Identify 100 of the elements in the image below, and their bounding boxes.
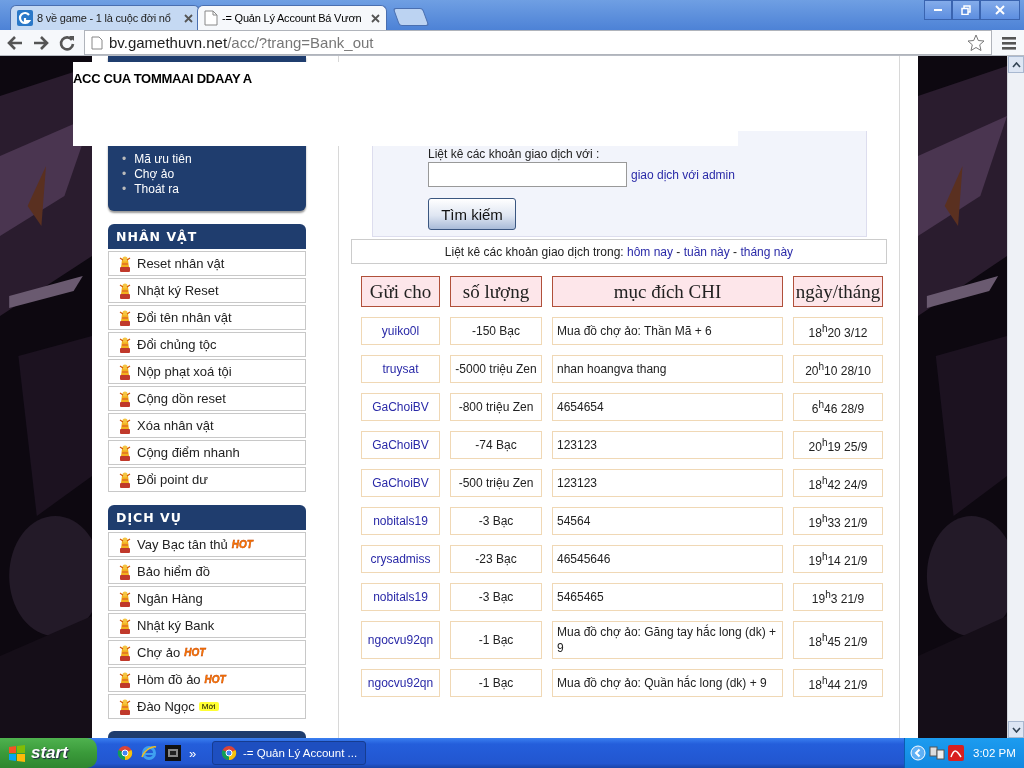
purpose-cell: 123123 [552,469,783,497]
figure-icon [117,254,133,273]
purpose-cell: 54564 [552,507,783,535]
taskbar-button[interactable]: -= Quản Lý Account ... [212,741,366,765]
star-icon[interactable] [967,33,985,52]
sidebar-item[interactable]: Hòm đồ ảo HOT [108,667,306,692]
close-icon [184,13,193,23]
forward-icon[interactable] [32,33,50,52]
back-icon[interactable] [6,33,24,52]
recipient-cell: GaChoiBV [361,431,440,459]
site-logo-icon [17,10,33,26]
account-menu-link[interactable]: Chợ ảo [134,167,175,182]
amount-cell: -800 triệu Zen [450,393,542,421]
close-icon [371,13,380,23]
menu-item-label: Đổi chủng tộc [137,337,217,352]
menu-item-label: Nhật ký Bank [137,618,215,633]
menu-item-label: Nhật ký Reset [137,283,219,298]
purpose-cell: nhan hoangva thang [552,355,783,383]
hot-label: HOT [184,647,206,658]
account-menu-link[interactable]: Thoát ra [134,182,179,197]
purpose-cell: 123123 [552,431,783,459]
column-header: Gửi cho [361,276,440,307]
menu-item-label: Ngân Hàng [137,591,203,606]
purpose-cell: Mua đồ chợ ảo: Quần hắc long (dk) + 9 [552,669,783,697]
period-link[interactable]: tuần này [683,244,730,259]
close-button[interactable] [980,0,1020,20]
browser-icon[interactable] [117,745,133,761]
period-link[interactable]: hôm nay [627,244,673,259]
date-cell: 18$^{h}$42 24/9 [793,469,883,497]
sidebar-item[interactable]: Nhật ký Bank [108,613,306,638]
scroll-down-button[interactable] [1008,721,1024,738]
column-header: ngày/tháng [793,276,883,307]
figure-icon [117,416,133,435]
recipient-cell: crysadmiss [361,545,440,573]
sidebar-item[interactable]: Ngân Hàng [108,586,306,611]
sidebar-item[interactable]: Đổi tên nhân vật [108,305,306,330]
figure-icon [117,670,133,689]
figure-icon [117,362,133,381]
restore-icon [961,5,971,15]
more-indicator[interactable]: » [189,745,197,761]
menu-item-label: Nộp phạt xoá tội [137,364,232,379]
purpose-cell: Mua đồ chợ ảo: Găng tay hắc long (dk) + 9 [552,621,783,659]
windows-flag-icon [8,744,26,762]
chevron-icon [910,745,926,761]
date-cell: 20$^{h}$10 28/10 [793,355,883,383]
hot-label: HOT [231,539,253,550]
scrollbar[interactable] [1007,56,1024,738]
new-tab-button[interactable] [392,8,430,26]
sidebar-item[interactable]: Bảo hiểm đồ [108,559,306,584]
page-icon [204,10,218,26]
purpose-cell: 4654654 [552,393,783,421]
purpose-cell: 5465465 [552,583,783,611]
internet-explorer-icon[interactable] [141,745,157,761]
close-icon [995,5,1005,15]
menu-item-label: Bảo hiểm đồ [137,564,210,579]
period-link[interactable]: tháng này [740,244,794,259]
admin-link[interactable]: giao dịch với admin [631,167,735,182]
figure-icon [117,335,133,354]
figure-icon [117,643,133,662]
figure-icon [117,308,133,327]
amount-cell: -3 Bạc [450,507,542,535]
sidebar-item[interactable]: Xóa nhân vật [108,413,306,438]
sidebar-item[interactable]: Chợ ảo HOT [108,640,306,665]
recipient-cell: ngocvu92qn [361,669,440,697]
figure-icon [117,443,133,462]
sidebar-item[interactable]: Đào Ngọc Mới [108,694,306,719]
sidebar-item[interactable]: Nộp phạt xoá tội [108,359,306,384]
amount-cell: -23 Bạc [450,545,542,573]
game-icon[interactable] [165,745,181,761]
period-text: Liệt kê các khoản giao dịch trong: hôm nay - tuần này - tháng này [444,244,794,259]
minimize-button[interactable] [924,0,952,20]
date-cell: 18$^{h}$44 21/9 [793,669,883,697]
sidebar-item[interactable]: Vay Bạc tân thủ HOT [108,532,306,557]
amount-cell: -3 Bạc [450,583,542,611]
address-field[interactable]: bv.gamethuvn.net/acc/?trang=Bank_out [84,30,992,55]
sidebar-item[interactable]: Reset nhân vật [108,251,306,276]
start-button[interactable]: start [0,738,97,768]
sidebar-item[interactable]: Cộng dồn reset [108,386,306,411]
bullet: • [122,152,127,167]
amount-cell: -5000 triệu Zen [450,355,542,383]
hot-label: HOT [204,674,226,685]
minimize-icon [934,9,942,11]
search-field[interactable] [428,162,627,187]
sidebar-item[interactable]: Nhật ký Reset [108,278,306,303]
reload-icon[interactable] [58,33,76,52]
sidebar-item[interactable]: Đổi chủng tộc [108,332,306,357]
sidebar-item[interactable]: Cộng điểm nhanh [108,440,306,465]
account-menu-link[interactable]: Mã ưu tiên [134,152,192,167]
recipient-cell: yuiko0l [361,317,440,345]
purpose-cell: 46545646 [552,545,783,573]
scroll-up-button[interactable] [1008,56,1024,73]
browser-tab[interactable]: 8 về game - 1 là cuộc đời nổ [10,5,200,30]
sidebar-item[interactable]: Đổi point dư [108,467,306,492]
column-header: số lượng [450,276,542,307]
date-cell: 18$^{h}$20 3/12 [793,317,883,345]
restore-button[interactable] [952,0,980,20]
search-button[interactable]: Tìm kiếm [428,198,516,230]
bullet: • [122,182,127,197]
section-title: DỊCH VỤ [116,510,182,525]
browser-tab[interactable]: -= Quản Lý Account Bá Vươn [197,5,387,30]
